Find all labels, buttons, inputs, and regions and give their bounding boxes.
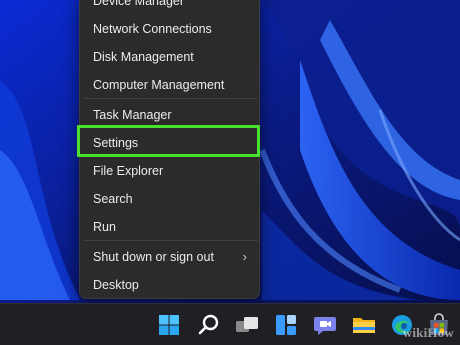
menu-item-label: Task Manager [93, 108, 172, 122]
menu-item-label: Computer Management [93, 78, 225, 92]
menu-item-label: Device Manager [93, 0, 185, 8]
menu-item-label: File Explorer [93, 164, 164, 178]
file-explorer-icon[interactable] [351, 312, 377, 338]
menu-item-network-connections[interactable]: Network Connections [80, 15, 261, 43]
start-icon[interactable] [156, 312, 182, 338]
menu-item-shut-down-or-sign-out[interactable]: Shut down or sign out › [80, 243, 261, 271]
search-icon[interactable] [196, 312, 222, 338]
wikihow-watermark: wikiHow [402, 325, 454, 340]
menu-item-disk-management[interactable]: Disk Management [80, 43, 261, 71]
menu-item-file-explorer[interactable]: File Explorer [80, 157, 261, 185]
menu-item-run[interactable]: Run [80, 213, 261, 241]
task-view-icon[interactable] [234, 312, 260, 338]
menu-item-label: Run [93, 220, 116, 234]
menu-item-label: Network Connections [93, 22, 212, 36]
menu-separator [83, 240, 258, 241]
taskbar [0, 303, 460, 345]
chevron-right-icon: › [242, 249, 247, 264]
menu-item-label: Disk Management [93, 50, 194, 64]
menu-separator [83, 98, 258, 99]
menu-item-label: Search [93, 192, 133, 206]
menu-item-label: Desktop [93, 278, 139, 292]
widgets-icon[interactable] [273, 312, 299, 338]
settings-highlight-box [77, 125, 260, 157]
menu-item-search[interactable]: Search [80, 185, 261, 213]
menu-item-label: Shut down or sign out [93, 250, 214, 264]
menu-item-device-manager[interactable]: Device Manager [80, 0, 261, 15]
menu-item-desktop[interactable]: Desktop [80, 271, 261, 299]
teams-chat-icon[interactable] [312, 312, 338, 338]
menu-item-computer-management[interactable]: Computer Management [80, 71, 261, 99]
